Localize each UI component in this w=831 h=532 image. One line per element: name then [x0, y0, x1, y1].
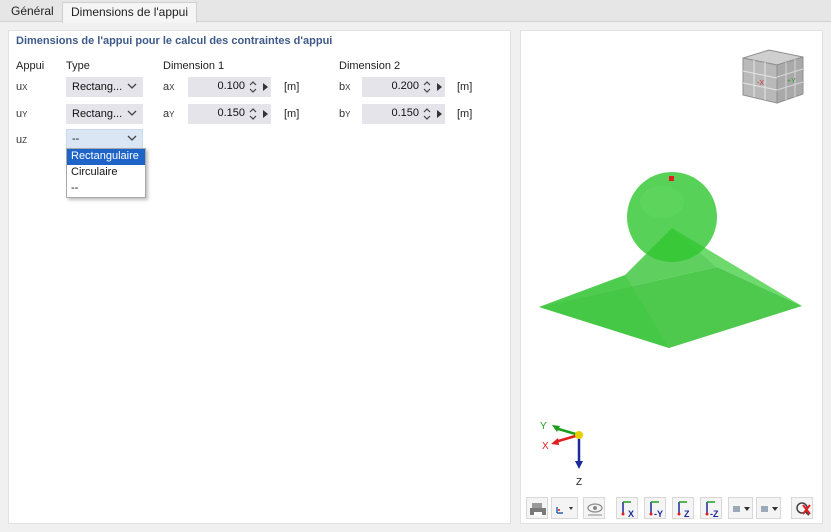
tab-general[interactable]: Général [3, 2, 62, 22]
support-point-marker [669, 176, 674, 181]
dropdown-option-none[interactable]: -- [67, 181, 145, 197]
type-dropdown-list: Rectangulaire Circulaire -- [66, 148, 146, 198]
ay-value: 0.150 [217, 107, 245, 119]
spin-arrows-icon[interactable] [423, 79, 431, 95]
increment-arrow-icon[interactable] [261, 109, 269, 119]
view-z-icon[interactable]: Z [672, 497, 694, 519]
axis-triad: Y X Z [540, 421, 583, 488]
axis-x-label: X [542, 441, 549, 452]
chevron-down-icon [127, 133, 137, 143]
view-neg-z-icon[interactable]: -Z [700, 497, 722, 519]
ay-spinbox[interactable]: 0.150 [188, 104, 271, 124]
display-options-icon[interactable] [551, 497, 578, 519]
type-select-uz[interactable]: -- [66, 129, 143, 149]
by-unit: [m] [457, 108, 473, 120]
reset-view-icon[interactable] [791, 497, 813, 519]
header-type: Type [66, 60, 90, 72]
increment-arrow-icon[interactable] [435, 82, 443, 92]
section-title: Dimensions de l'appui pour le calcul des… [16, 35, 333, 47]
by-value: 0.150 [391, 107, 419, 119]
view-neg-z-label: -Z [710, 509, 719, 519]
header-appui: Appui [16, 60, 45, 72]
type-select-ux-value: Rectang... [72, 81, 123, 93]
spin-arrows-icon[interactable] [249, 106, 257, 122]
dropdown-option-circulaire[interactable]: Circulaire [67, 165, 145, 181]
dim1-label-ay: aY [163, 108, 175, 120]
view-toolbar: X -Y Z -Z [521, 497, 822, 521]
view-z-label: Z [684, 509, 690, 519]
view-x-icon[interactable]: X [616, 497, 638, 519]
axis-z-label: Z [576, 477, 582, 488]
axis-y-label: Y [540, 421, 547, 432]
print-icon[interactable] [526, 497, 548, 519]
row-label-uz: uZ [16, 134, 28, 146]
header-dimension-2: Dimension 2 [339, 60, 401, 72]
type-select-uy-value: Rectang... [72, 108, 123, 120]
view-neg-y-label: -Y [654, 509, 663, 519]
dim1-label-ax: aX [163, 81, 175, 93]
dim2-label-bx: bX [339, 81, 351, 93]
tab-bar: Général Dimensions de l'appui [0, 0, 831, 23]
ax-value: 0.100 [217, 80, 245, 92]
ax-spinbox[interactable]: 0.100 [188, 77, 271, 97]
row-label-ux: uX [16, 81, 28, 93]
spin-arrows-icon[interactable] [249, 79, 257, 95]
increment-arrow-icon[interactable] [261, 82, 269, 92]
chevron-down-icon [127, 81, 137, 91]
bx-unit: [m] [457, 81, 473, 93]
increment-arrow-icon[interactable] [435, 109, 443, 119]
spin-arrows-icon[interactable] [423, 106, 431, 122]
type-select-ux[interactable]: Rectang... [66, 77, 143, 97]
preview-panel: -X +Y Y X Z X -Y Z -Z [520, 30, 823, 524]
type-select-uz-value: -- [72, 133, 80, 145]
cube-x-label: -X [757, 80, 764, 87]
dim2-label-by: bY [339, 108, 351, 120]
tab-dimensions[interactable]: Dimensions de l'appui [62, 2, 198, 23]
ay-unit: [m] [284, 108, 300, 120]
3d-viewport[interactable]: -X +Y Y X Z [521, 31, 822, 493]
by-spinbox[interactable]: 0.150 [362, 104, 445, 124]
dimensions-panel: Dimensions de l'appui pour le calcul des… [8, 30, 511, 524]
visibility-icon[interactable] [583, 497, 605, 519]
row-label-uy: uY [16, 108, 28, 120]
chevron-down-icon [127, 108, 137, 118]
color-mode-icon[interactable] [756, 497, 781, 519]
view-neg-y-icon[interactable]: -Y [644, 497, 666, 519]
bx-value: 0.200 [391, 80, 419, 92]
view-cube-icon[interactable]: -X +Y [742, 49, 804, 104]
render-mode-icon[interactable] [728, 497, 753, 519]
ax-unit: [m] [284, 81, 300, 93]
dropdown-option-rectangulaire[interactable]: Rectangulaire [67, 149, 145, 165]
sphere-shape [627, 172, 717, 262]
bx-spinbox[interactable]: 0.200 [362, 77, 445, 97]
cube-y-label: +Y [787, 78, 796, 85]
header-dimension-1: Dimension 1 [163, 60, 225, 72]
type-select-uy[interactable]: Rectang... [66, 104, 143, 124]
view-x-label: X [628, 509, 634, 519]
